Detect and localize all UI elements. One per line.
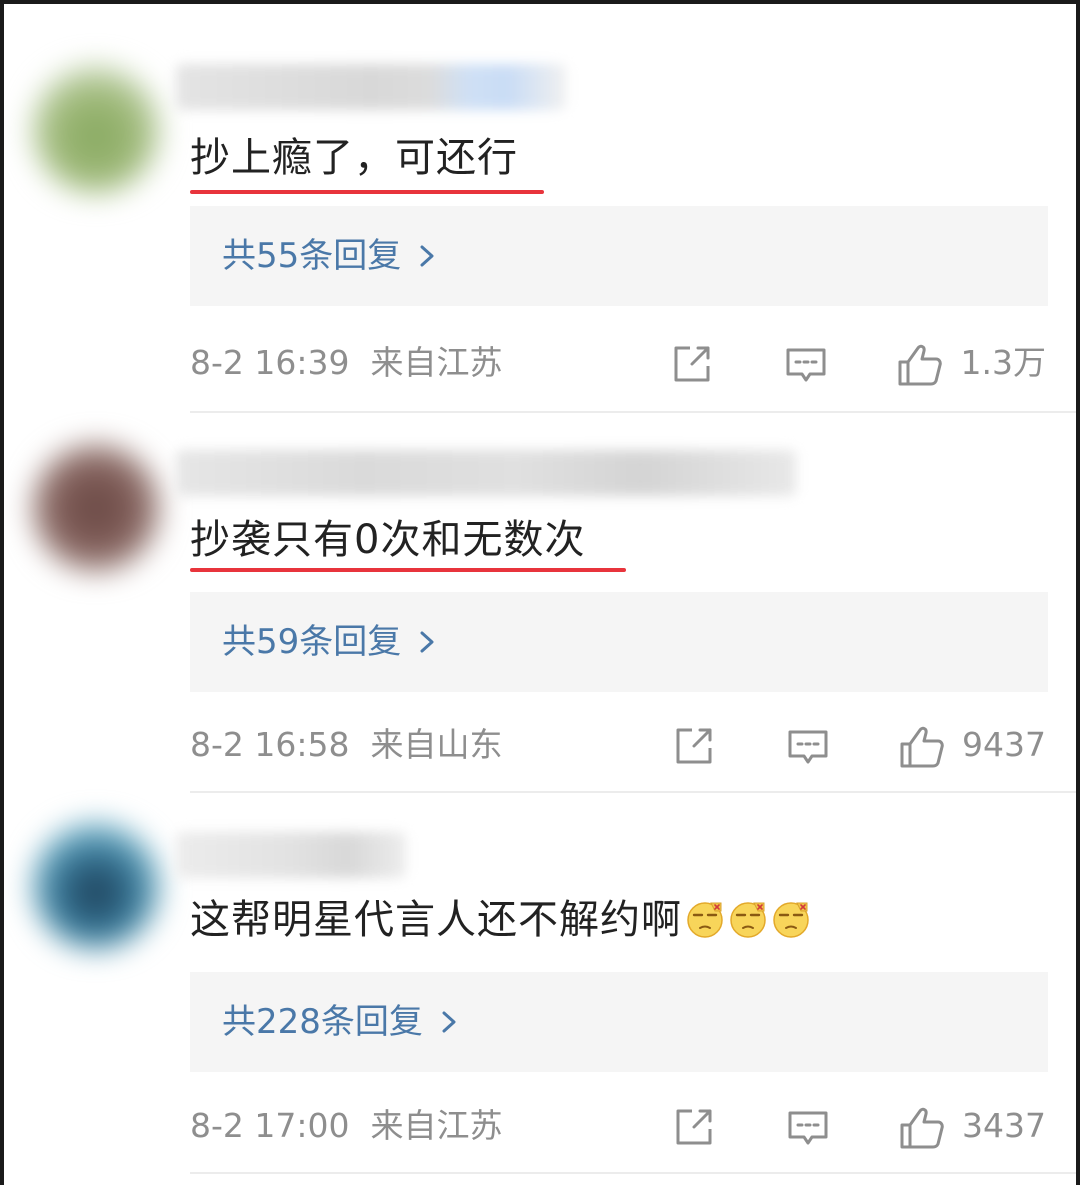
comment-icon[interactable] (786, 1105, 830, 1149)
comment-text: 这帮明星代言人还不解约啊 (190, 896, 811, 944)
reply-count-label: 共228条回复 (222, 1002, 423, 1042)
comment-item: 这帮明星代言人还不解约啊 共228条回复 8-2 17:00 来自江苏 3437 (4, 4, 1076, 1185)
facepalm-emoji (687, 902, 723, 938)
view-replies-link[interactable]: 共228条回复 (222, 998, 461, 1046)
share-icon[interactable] (672, 1105, 716, 1149)
divider (190, 1172, 1076, 1174)
comment-feed: 抄上瘾了，可还行 共55条回复 8-2 16:39 来自江苏 1.3万 抄袭只有… (0, 0, 1080, 1185)
facepalm-emoji (773, 902, 809, 938)
like-count: 3437 (962, 1106, 1046, 1145)
avatar[interactable] (32, 822, 160, 950)
thumbs-up-icon[interactable] (898, 1105, 946, 1151)
chevron-right-icon (442, 1011, 456, 1033)
timestamp-location: 8-2 17:00 来自江苏 (190, 1106, 503, 1145)
facepalm-emoji (730, 902, 766, 938)
comment-meta: 8-2 17:00 来自江苏 3437 (190, 1101, 1048, 1151)
username-blurred[interactable] (176, 832, 406, 878)
reply-summary-box[interactable]: 共228条回复 (190, 972, 1048, 1072)
